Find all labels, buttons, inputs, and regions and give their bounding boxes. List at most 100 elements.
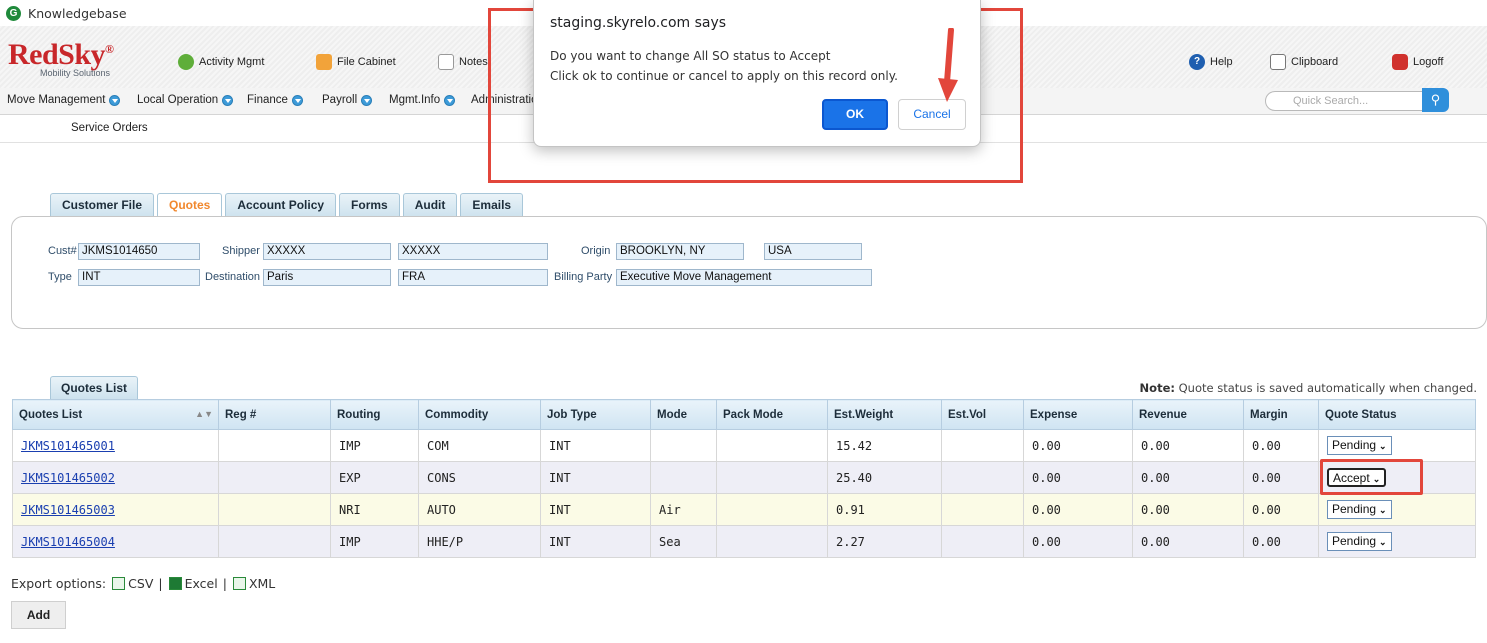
- menu-move-management[interactable]: Move Management: [7, 94, 121, 106]
- add-button[interactable]: Add: [11, 601, 66, 629]
- autosave-note: Note: Quote status is saved automaticall…: [1140, 381, 1477, 395]
- search-button[interactable]: ⚲: [1422, 88, 1449, 112]
- note-text: Quote status is saved automatically when…: [1174, 381, 1477, 395]
- file-cabinet-link[interactable]: File Cabinet: [316, 54, 396, 70]
- tab-account-policy[interactable]: Account Policy: [225, 193, 337, 217]
- billing-party-field[interactable]: Executive Move Management: [616, 269, 872, 286]
- export-excel-link[interactable]: Excel: [185, 576, 218, 591]
- col-pack-mode[interactable]: Pack Mode: [716, 399, 828, 430]
- menu-local-operation[interactable]: Local Operation: [137, 94, 234, 106]
- tab-quotes[interactable]: Quotes: [157, 193, 223, 217]
- menu-finance[interactable]: Finance: [247, 94, 303, 106]
- commodity-cell: AUTO: [418, 493, 541, 526]
- chevron-down-icon: ⌄: [1379, 537, 1387, 547]
- expense-cell: 0.00: [1023, 525, 1133, 558]
- col-revenue[interactable]: Revenue: [1132, 399, 1244, 430]
- origin-country-field[interactable]: USA: [764, 243, 862, 260]
- mode-cell: Air: [650, 493, 717, 526]
- status-value: Pending: [1332, 502, 1377, 516]
- col-margin[interactable]: Margin: [1243, 399, 1319, 430]
- quote-link[interactable]: JKMS101465002: [21, 471, 115, 485]
- col-job-type[interactable]: Job Type: [540, 399, 651, 430]
- quotes-list-tab[interactable]: Quotes List: [50, 376, 138, 399]
- notes-link[interactable]: Notes: [438, 54, 488, 70]
- browser-tab-title[interactable]: Knowledgebase: [28, 6, 127, 21]
- status-cell: Pending ⌄: [1318, 525, 1476, 558]
- destination-city-field[interactable]: Paris: [263, 269, 391, 286]
- destination-label: Destination: [205, 271, 261, 283]
- quote-link[interactable]: JKMS101465004: [21, 535, 115, 549]
- export-csv-link[interactable]: CSV: [128, 576, 153, 591]
- quote-link[interactable]: JKMS101465003: [21, 503, 115, 517]
- weight-cell: 0.91: [827, 493, 942, 526]
- logo-subtitle: Mobility Solutions: [40, 68, 111, 78]
- export-options: Export options: CSV | Excel | XML: [11, 576, 275, 591]
- mode-cell: Sea: [650, 525, 717, 558]
- col-quotes-list[interactable]: Quotes List ▲▼: [12, 399, 219, 430]
- ok-button[interactable]: OK: [822, 99, 888, 130]
- quick-search-input[interactable]: Quick Search...: [1265, 91, 1423, 111]
- quote-status-select[interactable]: Pending ⌄: [1327, 436, 1392, 455]
- help-link[interactable]: ? Help: [1189, 54, 1233, 70]
- chevron-down-icon: [291, 94, 303, 106]
- help-icon: ?: [1189, 54, 1205, 70]
- col-reg[interactable]: Reg #: [218, 399, 331, 430]
- quote-id-cell: JKMS101465004: [12, 525, 219, 558]
- col-est-vol[interactable]: Est.Vol: [941, 399, 1024, 430]
- col-commodity[interactable]: Commodity: [418, 399, 541, 430]
- reg-cell: [218, 493, 331, 526]
- dialog-title: staging.skyrelo.com says: [550, 15, 727, 31]
- revenue-cell: 0.00: [1132, 461, 1244, 494]
- logo: RedSky® Mobility Solutions: [8, 34, 114, 79]
- dialog-line-1: Do you want to change All SO status to A…: [550, 49, 831, 63]
- confirm-dialog: staging.skyrelo.com says Do you want to …: [533, 0, 981, 147]
- quote-link[interactable]: JKMS101465001: [21, 439, 115, 453]
- logoff-link[interactable]: Logoff: [1392, 54, 1443, 70]
- favicon-icon: G: [6, 5, 21, 21]
- col-mode[interactable]: Mode: [650, 399, 717, 430]
- col-quote-status[interactable]: Quote Status: [1318, 399, 1476, 430]
- quote-status-select[interactable]: Pending ⌄: [1327, 532, 1392, 551]
- job-type-cell: INT: [540, 525, 651, 558]
- reg-cell: [218, 525, 331, 558]
- sort-icon[interactable]: ▲▼: [195, 409, 213, 419]
- margin-cell: 0.00: [1243, 429, 1319, 462]
- col-routing[interactable]: Routing: [330, 399, 419, 430]
- col-expense[interactable]: Expense: [1023, 399, 1133, 430]
- notes-label: Notes: [459, 56, 488, 68]
- clipboard-link[interactable]: Clipboard: [1270, 54, 1338, 70]
- tab-forms[interactable]: Forms: [339, 193, 400, 217]
- origin-city-field[interactable]: BROOKLYN, NY: [616, 243, 744, 260]
- search-icon: ⚲: [1430, 92, 1441, 107]
- export-xml-link[interactable]: XML: [249, 576, 275, 591]
- shipper-last-field[interactable]: XXXXX: [398, 243, 548, 260]
- shipper-first-field[interactable]: XXXXX: [263, 243, 391, 260]
- table-row: JKMS101465004 IMP HHE/P INT Sea 2.27 0.0…: [12, 525, 1476, 558]
- destination-country-field[interactable]: FRA: [398, 269, 548, 286]
- separator: |: [158, 576, 163, 591]
- tab-audit[interactable]: Audit: [402, 193, 458, 217]
- quotes-table: Quotes List ▲▼ Reg # Routing Commodity Jo…: [12, 399, 1476, 558]
- cust-number-field[interactable]: JKMS1014650: [78, 243, 200, 260]
- dialog-message: Do you want to change All SO status to A…: [550, 46, 898, 86]
- col-est-weight[interactable]: Est.Weight: [827, 399, 942, 430]
- type-field[interactable]: INT: [78, 269, 200, 286]
- accept-highlight-box: [1320, 459, 1423, 495]
- menu-payroll[interactable]: Payroll: [322, 94, 373, 106]
- vol-cell: [941, 525, 1024, 558]
- revenue-cell: 0.00: [1132, 525, 1244, 558]
- weight-cell: 2.27: [827, 525, 942, 558]
- menu-label: Mgmt.Info: [389, 94, 441, 106]
- tab-emails[interactable]: Emails: [460, 193, 524, 217]
- status-cell: Pending ⌄: [1318, 493, 1476, 526]
- chevron-down-icon: ⌄: [1379, 505, 1387, 515]
- menu-mgmt-info[interactable]: Mgmt.Info: [389, 94, 456, 106]
- tab-customer-file[interactable]: Customer File: [50, 193, 155, 217]
- menu-label: Local Operation: [137, 94, 219, 106]
- activity-mgmt-link[interactable]: Activity Mgmt: [178, 54, 264, 70]
- activity-mgmt-label: Activity Mgmt: [199, 56, 265, 68]
- service-orders-link[interactable]: Service Orders: [71, 122, 148, 134]
- help-label: Help: [1210, 56, 1233, 68]
- quote-status-select[interactable]: Pending ⌄: [1327, 500, 1392, 519]
- vol-cell: [941, 493, 1024, 526]
